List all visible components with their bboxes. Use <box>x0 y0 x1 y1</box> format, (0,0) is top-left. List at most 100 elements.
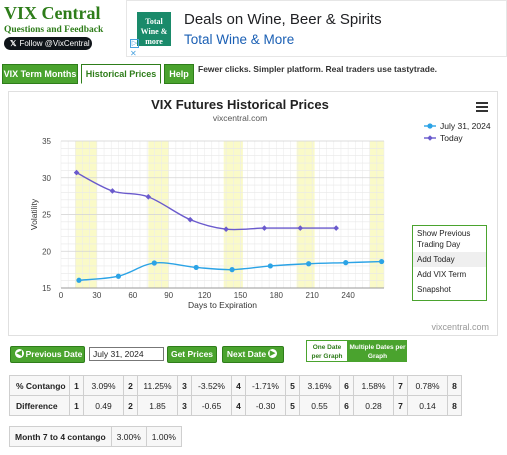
month-contango-value-2: 1.00% <box>145 426 182 447</box>
table-cell: 0.28 <box>353 395 394 416</box>
data-point <box>261 225 268 231</box>
data-point <box>343 260 349 266</box>
tab-vix-term-months[interactable]: VIX Term Months <box>2 64 78 84</box>
ad-headline[interactable]: Deals on Wine, Beer & Spirits <box>184 11 382 28</box>
x-tick-label: 210 <box>306 291 320 300</box>
month-number: 3 <box>177 395 192 416</box>
month-number: 5 <box>285 395 300 416</box>
x-tick-label: 60 <box>128 291 137 300</box>
table-cell: 0.78% <box>407 375 448 396</box>
x-tick-label: 90 <box>164 291 173 300</box>
month-number: 5 <box>285 375 300 396</box>
follow-button[interactable]: 𝕏 Follow @VixCentral <box>4 37 92 50</box>
table-row: % Contango 1 3.09% 2 11.25% 3 -3.52% 4 -1.71% 5 3.… <box>9 375 462 396</box>
month-number: 7 <box>393 395 408 416</box>
x-tick-label: 30 <box>92 291 101 300</box>
chart-watermark: vixcentral.com <box>431 322 489 332</box>
x-tick-label: 240 <box>341 291 355 300</box>
right-arrow-icon: ▶ <box>268 349 278 359</box>
get-prices-button[interactable]: Get Prices <box>167 346 217 363</box>
legend-label: July 31, 2024 <box>440 121 491 131</box>
previous-date-button[interactable]: ◀ Previous Date <box>10 346 85 363</box>
table-cell: -1.71% <box>245 375 286 396</box>
data-point <box>193 264 199 271</box>
x-tick-label: 150 <box>234 291 248 300</box>
table-cell: 0.14 <box>407 395 448 416</box>
feedback-link[interactable]: Questions and Feedback <box>4 25 124 35</box>
month-number: 1 <box>69 395 84 416</box>
next-date-button[interactable]: Next Date ▶ <box>222 346 284 363</box>
menu-item-add-vix-term[interactable]: Add VIX Term <box>413 267 486 282</box>
table-row: Difference 1 0.49 2 1.85 3 -0.65 4 -0.30 5 0.55 6 0.… <box>9 395 462 416</box>
month-number: 4 <box>231 375 246 396</box>
tab-help[interactable]: Help <box>164 64 194 84</box>
y-tick-label: 15 <box>42 284 51 293</box>
table-cell: 11.25% <box>137 375 178 396</box>
month-contango-value-1: 3.00% <box>110 426 147 447</box>
table-cell: 3.09% <box>83 375 124 396</box>
data-point <box>229 267 235 273</box>
table-cell: 1.85 <box>137 395 178 416</box>
menu-item-show-previous[interactable]: Show Previous Trading Day <box>413 226 486 252</box>
x-axis-title: Days to Expiration <box>188 300 257 310</box>
month-number: 2 <box>123 395 138 416</box>
month-number: 7 <box>393 375 408 396</box>
month-number: 4 <box>231 395 246 416</box>
table-cell: 0.55 <box>299 395 340 416</box>
tab-historical-prices[interactable]: Historical Prices <box>81 64 161 84</box>
month-number: 8 <box>447 395 462 416</box>
site-title[interactable]: VIX Central <box>4 3 124 23</box>
x-tick-label: 0 <box>59 291 64 300</box>
table-cell: 3.16% <box>299 375 340 396</box>
data-point <box>115 273 122 279</box>
table-cell: 0.49 <box>83 395 124 416</box>
month-number: 2 <box>123 375 138 396</box>
table-cell: 1.58% <box>353 375 394 396</box>
legend-marker <box>427 123 433 129</box>
month-number: 6 <box>339 395 354 416</box>
ad-logo: Total Wine & more <box>137 12 171 46</box>
menu-item-add-today[interactable]: Add Today <box>413 252 486 267</box>
data-point <box>109 188 116 194</box>
month-number: 1 <box>69 375 84 396</box>
y-axis-title: Volatility <box>29 198 39 230</box>
row-label: Difference <box>9 395 70 416</box>
date-input[interactable] <box>89 347 164 361</box>
advertisement[interactable]: Total Wine & more Deals on Wine, Beer & … <box>126 0 507 58</box>
table-row: Month 7 to 4 contango 3.00% 1.00% <box>9 426 182 447</box>
ad-choices-icon[interactable]: ▷ <box>130 39 139 48</box>
month-contango-label: Month 7 to 4 contango <box>9 426 112 447</box>
multiple-dates-toggle[interactable]: Multiple Dates per Graph <box>348 340 407 362</box>
legend-label: Today <box>440 133 463 143</box>
table-cell: -3.52% <box>191 375 232 396</box>
data-point <box>306 261 312 267</box>
x-tick-label: 120 <box>198 291 212 300</box>
ad-close-icon[interactable]: ✕ <box>130 49 137 58</box>
y-tick-label: 35 <box>42 137 51 146</box>
follow-label: Follow @VixCentral <box>19 39 90 48</box>
brand-block: VIX Central Questions and Feedback <box>4 3 124 35</box>
x-logo-icon: 𝕏 <box>10 39 17 48</box>
contango-table: % Contango 1 3.09% 2 11.25% 3 -3.52% 4 -1.71% 5 3.… <box>9 375 462 416</box>
data-point <box>267 263 273 269</box>
data-point <box>379 258 385 265</box>
ad-subline[interactable]: Total Wine & More <box>184 32 294 47</box>
month-number: 3 <box>177 375 192 396</box>
table-cell: -0.65 <box>191 395 232 416</box>
promo-text[interactable]: Fewer clicks. Simpler platform. Real tra… <box>198 64 437 74</box>
legend-marker <box>427 135 433 141</box>
menu-item-snapshot[interactable]: Snapshot <box>413 282 486 297</box>
data-point <box>76 277 82 283</box>
data-point <box>333 225 339 231</box>
left-arrow-icon: ◀ <box>14 349 24 359</box>
y-tick-label: 25 <box>42 211 51 220</box>
month-number: 8 <box>447 375 462 396</box>
y-tick-label: 20 <box>42 247 51 256</box>
chart-context-menu: Show Previous Trading Day Add Today Add … <box>412 225 487 301</box>
y-tick-label: 30 <box>42 174 51 183</box>
data-point <box>151 260 157 266</box>
one-date-toggle[interactable]: One Date per Graph <box>306 340 348 362</box>
table-cell: -0.30 <box>245 395 286 416</box>
month-contango-table: Month 7 to 4 contango 3.00% 1.00% <box>9 426 182 447</box>
month-number: 6 <box>339 375 354 396</box>
